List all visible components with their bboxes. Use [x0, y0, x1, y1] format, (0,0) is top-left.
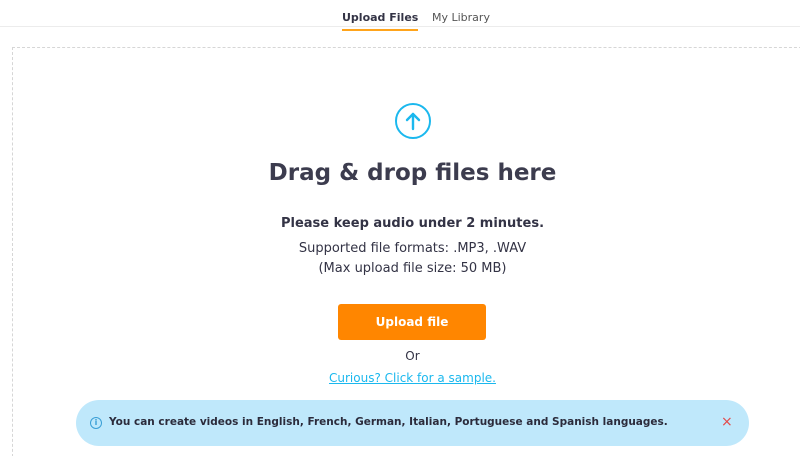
upload-file-button[interactable]: Upload file — [338, 304, 486, 340]
supported-formats-text: Supported file formats: .MP3, .WAV — [298, 241, 527, 256]
banner-text: You can create videos in English, French… — [109, 416, 668, 428]
tab-my-library[interactable]: My Library — [432, 11, 490, 24]
or-separator: Or — [405, 349, 420, 363]
info-icon: i — [90, 417, 102, 429]
dropzone-title: Drag & drop files here — [268, 160, 557, 186]
close-icon[interactable]: × — [721, 414, 733, 430]
tab-bar: Upload Files My Library — [0, 0, 800, 31]
language-info-banner: i You can create videos in English, Fren… — [76, 400, 749, 446]
sample-link[interactable]: Curious? Click for a sample. — [0, 371, 800, 385]
max-size-text: (Max upload file size: 50 MB) — [318, 261, 507, 276]
tab-upload-files[interactable]: Upload Files — [342, 11, 419, 31]
audio-length-note: Please keep audio under 2 minutes. — [280, 216, 545, 231]
upload-arrow-icon — [395, 103, 431, 139]
